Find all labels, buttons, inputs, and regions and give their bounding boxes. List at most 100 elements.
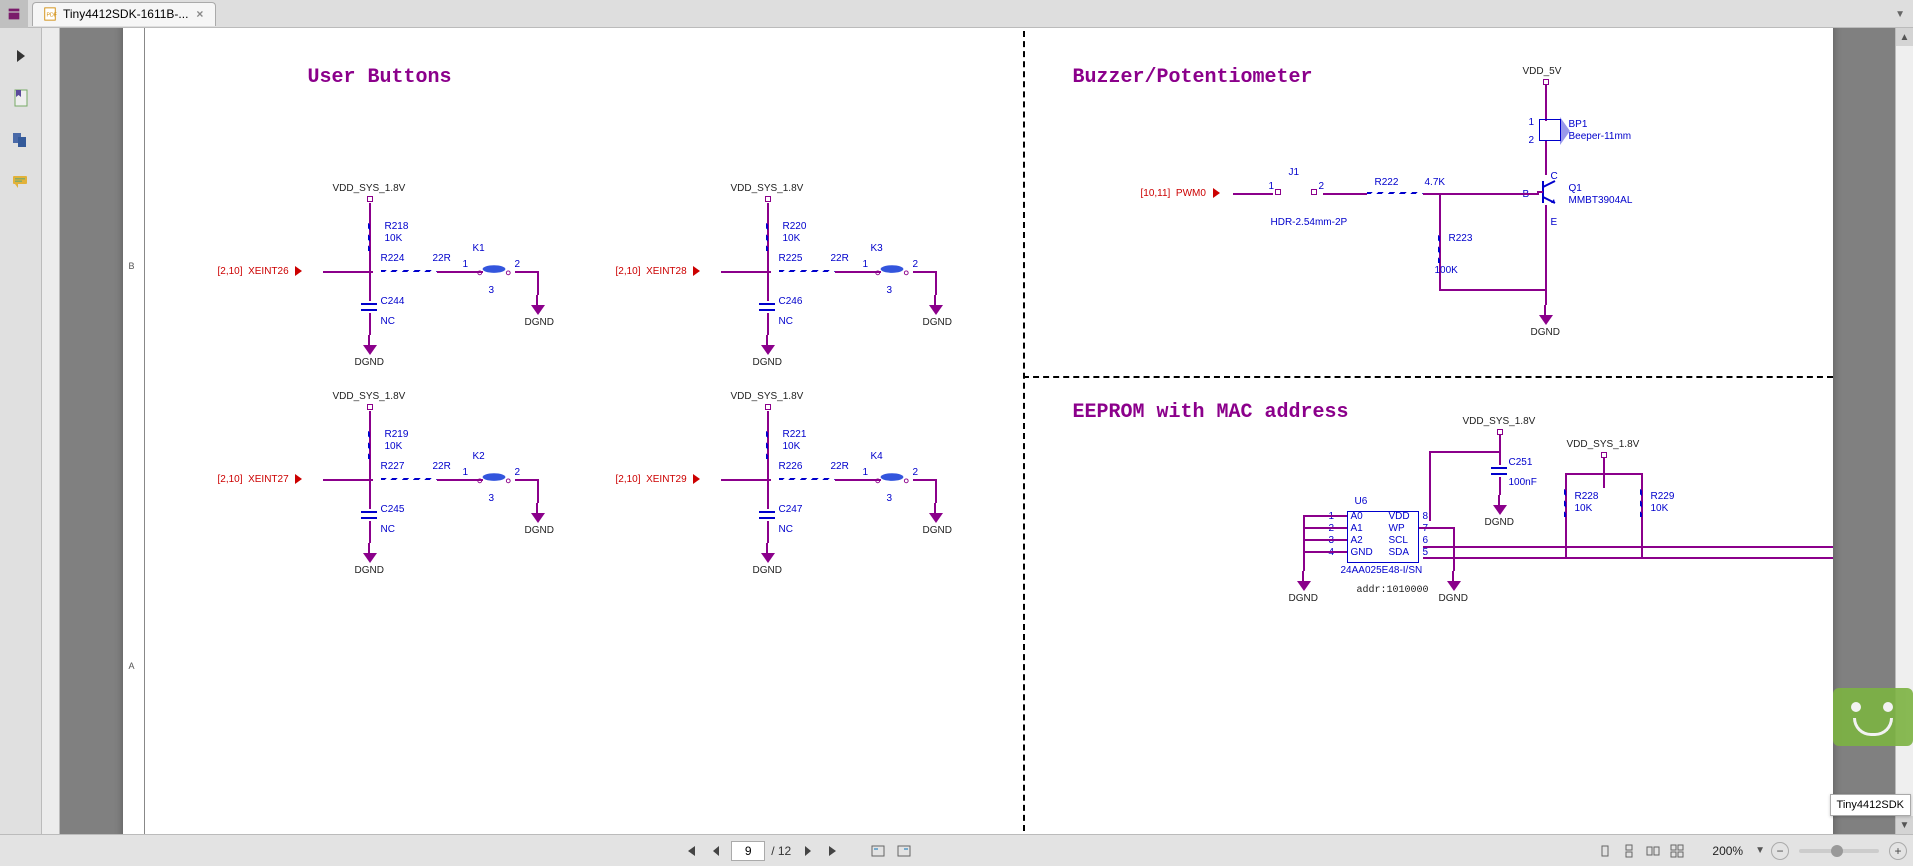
wire <box>913 271 935 273</box>
expand-panel-icon[interactable] <box>11 46 31 66</box>
pinnum: 5 <box>1423 547 1429 558</box>
switch-K4 <box>873 471 911 485</box>
pinnum-2: 2 <box>1529 135 1535 146</box>
header-pin <box>1311 189 1317 195</box>
vertical-ruler <box>42 28 60 834</box>
dgnd-label: DGND <box>1531 327 1560 338</box>
wire <box>767 521 769 543</box>
val-R221: 10K <box>783 441 801 452</box>
wire <box>323 479 373 481</box>
wire <box>1303 515 1347 517</box>
pinnum-1: 1 <box>463 259 469 270</box>
val-BP1: Beeper-11mm <box>1569 131 1632 142</box>
divider-vert <box>1023 28 1025 834</box>
prev-page-button[interactable] <box>705 840 727 862</box>
power-pad <box>367 196 373 202</box>
zoom-dropdown-icon[interactable]: ▼ <box>1755 845 1765 856</box>
offpage-xeint29: [2,10] XEINT29 <box>616 474 701 485</box>
page-number-input[interactable] <box>731 841 765 861</box>
wire <box>1499 477 1501 495</box>
bookmark-icon[interactable] <box>11 88 31 108</box>
dgnd-label: DGND <box>525 525 554 536</box>
pinnum-1: 1 <box>1529 117 1535 128</box>
ref-R227: R227 <box>381 461 405 472</box>
wire <box>1303 551 1347 553</box>
wire <box>1545 141 1547 175</box>
last-page-button[interactable] <box>823 840 845 862</box>
val-C246: NC <box>779 316 793 327</box>
vdd-label: VDD_SYS_1.8V <box>1567 439 1640 450</box>
ref-R224: R224 <box>381 253 405 264</box>
thumbnails-icon[interactable] <box>11 130 31 150</box>
header-pin <box>1275 189 1281 195</box>
wire <box>1545 85 1547 121</box>
ref-BP1: BP1 <box>1569 119 1588 130</box>
ref-R228: R228 <box>1575 491 1599 502</box>
tab-close-icon[interactable]: × <box>194 7 205 21</box>
pinnum-1: 1 <box>1269 181 1275 192</box>
watermark-label: Tiny4412SDK <box>1830 794 1911 816</box>
document-tab[interactable]: PDF Tiny4412SDK-1611B-... × <box>32 2 216 26</box>
tab-bar: PDF Tiny4412SDK-1611B-... × ▼ <box>0 0 1913 28</box>
pinlabel: A0 <box>1351 511 1363 522</box>
next-page-button[interactable] <box>797 840 819 862</box>
tab-title: Tiny4412SDK-1611B-... <box>63 7 188 21</box>
wire <box>935 271 937 295</box>
zoom-in-button[interactable]: + <box>1889 842 1907 860</box>
ref-C247: C247 <box>779 504 803 515</box>
dgnd-label: DGND <box>923 317 952 328</box>
layout-tool-b-icon[interactable] <box>893 840 915 862</box>
wire <box>1439 289 1545 291</box>
dgnd-label: DGND <box>753 565 782 576</box>
tab-overflow[interactable]: ▼ <box>1895 8 1905 20</box>
val-R228: 10K <box>1575 503 1593 514</box>
view-continuous-icon[interactable] <box>1618 840 1640 862</box>
dgnd-label: DGND <box>923 525 952 536</box>
first-page-button[interactable] <box>679 840 701 862</box>
val-R223: 100K <box>1435 265 1458 276</box>
app-icon[interactable] <box>0 0 28 28</box>
layout-tool-a-icon[interactable] <box>867 840 889 862</box>
pinnum-2: 2 <box>515 259 521 270</box>
pdf-page: B A User Buttons Buzzer/Potentiometer EE… <box>123 28 1833 834</box>
power-pad <box>765 404 771 410</box>
zoom-out-button[interactable]: − <box>1771 842 1789 860</box>
ref-C245: C245 <box>381 504 405 515</box>
val-C251: 100nF <box>1509 477 1537 488</box>
ref-R220: R220 <box>783 221 807 232</box>
scroll-up-icon[interactable]: ▲ <box>1896 28 1913 46</box>
ref-J1: J1 <box>1289 167 1300 178</box>
wire <box>1565 473 1643 475</box>
ref-C251: C251 <box>1509 457 1533 468</box>
margin-label-b: B <box>129 261 135 271</box>
pinnum: 6 <box>1423 535 1429 546</box>
wire <box>767 487 769 509</box>
left-sidebar <box>0 28 42 834</box>
val-Q1: MMBT3904AL <box>1569 195 1633 206</box>
view-two-page-cont-icon[interactable] <box>1666 840 1688 862</box>
resistor-R227 <box>381 473 437 485</box>
pinlabel: A1 <box>1351 523 1363 534</box>
page-canvas[interactable]: B A User Buttons Buzzer/Potentiometer EE… <box>60 28 1895 834</box>
scroll-down-icon[interactable]: ▼ <box>1896 816 1913 834</box>
page-navigator: / 12 <box>6 840 1588 862</box>
comments-icon[interactable] <box>11 172 31 192</box>
view-single-page-icon[interactable] <box>1594 840 1616 862</box>
pinnum-3: 3 <box>489 285 495 296</box>
dgnd-label: DGND <box>1485 517 1514 528</box>
wire <box>537 479 539 503</box>
wire <box>1419 527 1453 529</box>
val-R220: 10K <box>783 233 801 244</box>
view-two-page-icon[interactable] <box>1642 840 1664 862</box>
resistor-R224 <box>381 265 437 277</box>
wire <box>1429 451 1431 521</box>
zoom-slider[interactable] <box>1799 849 1879 853</box>
part-U6: 24AA025E48-I/SN <box>1341 565 1423 576</box>
val-R229: 10K <box>1651 503 1669 514</box>
resistor-R220 <box>761 219 773 251</box>
val-J1: HDR-2.54mm-2P <box>1271 217 1348 228</box>
vdd-label: VDD_SYS_1.8V <box>731 183 804 194</box>
wire <box>1499 435 1501 465</box>
vdd5-label: VDD_5V <box>1523 66 1562 77</box>
ref-R222: R222 <box>1375 177 1399 188</box>
